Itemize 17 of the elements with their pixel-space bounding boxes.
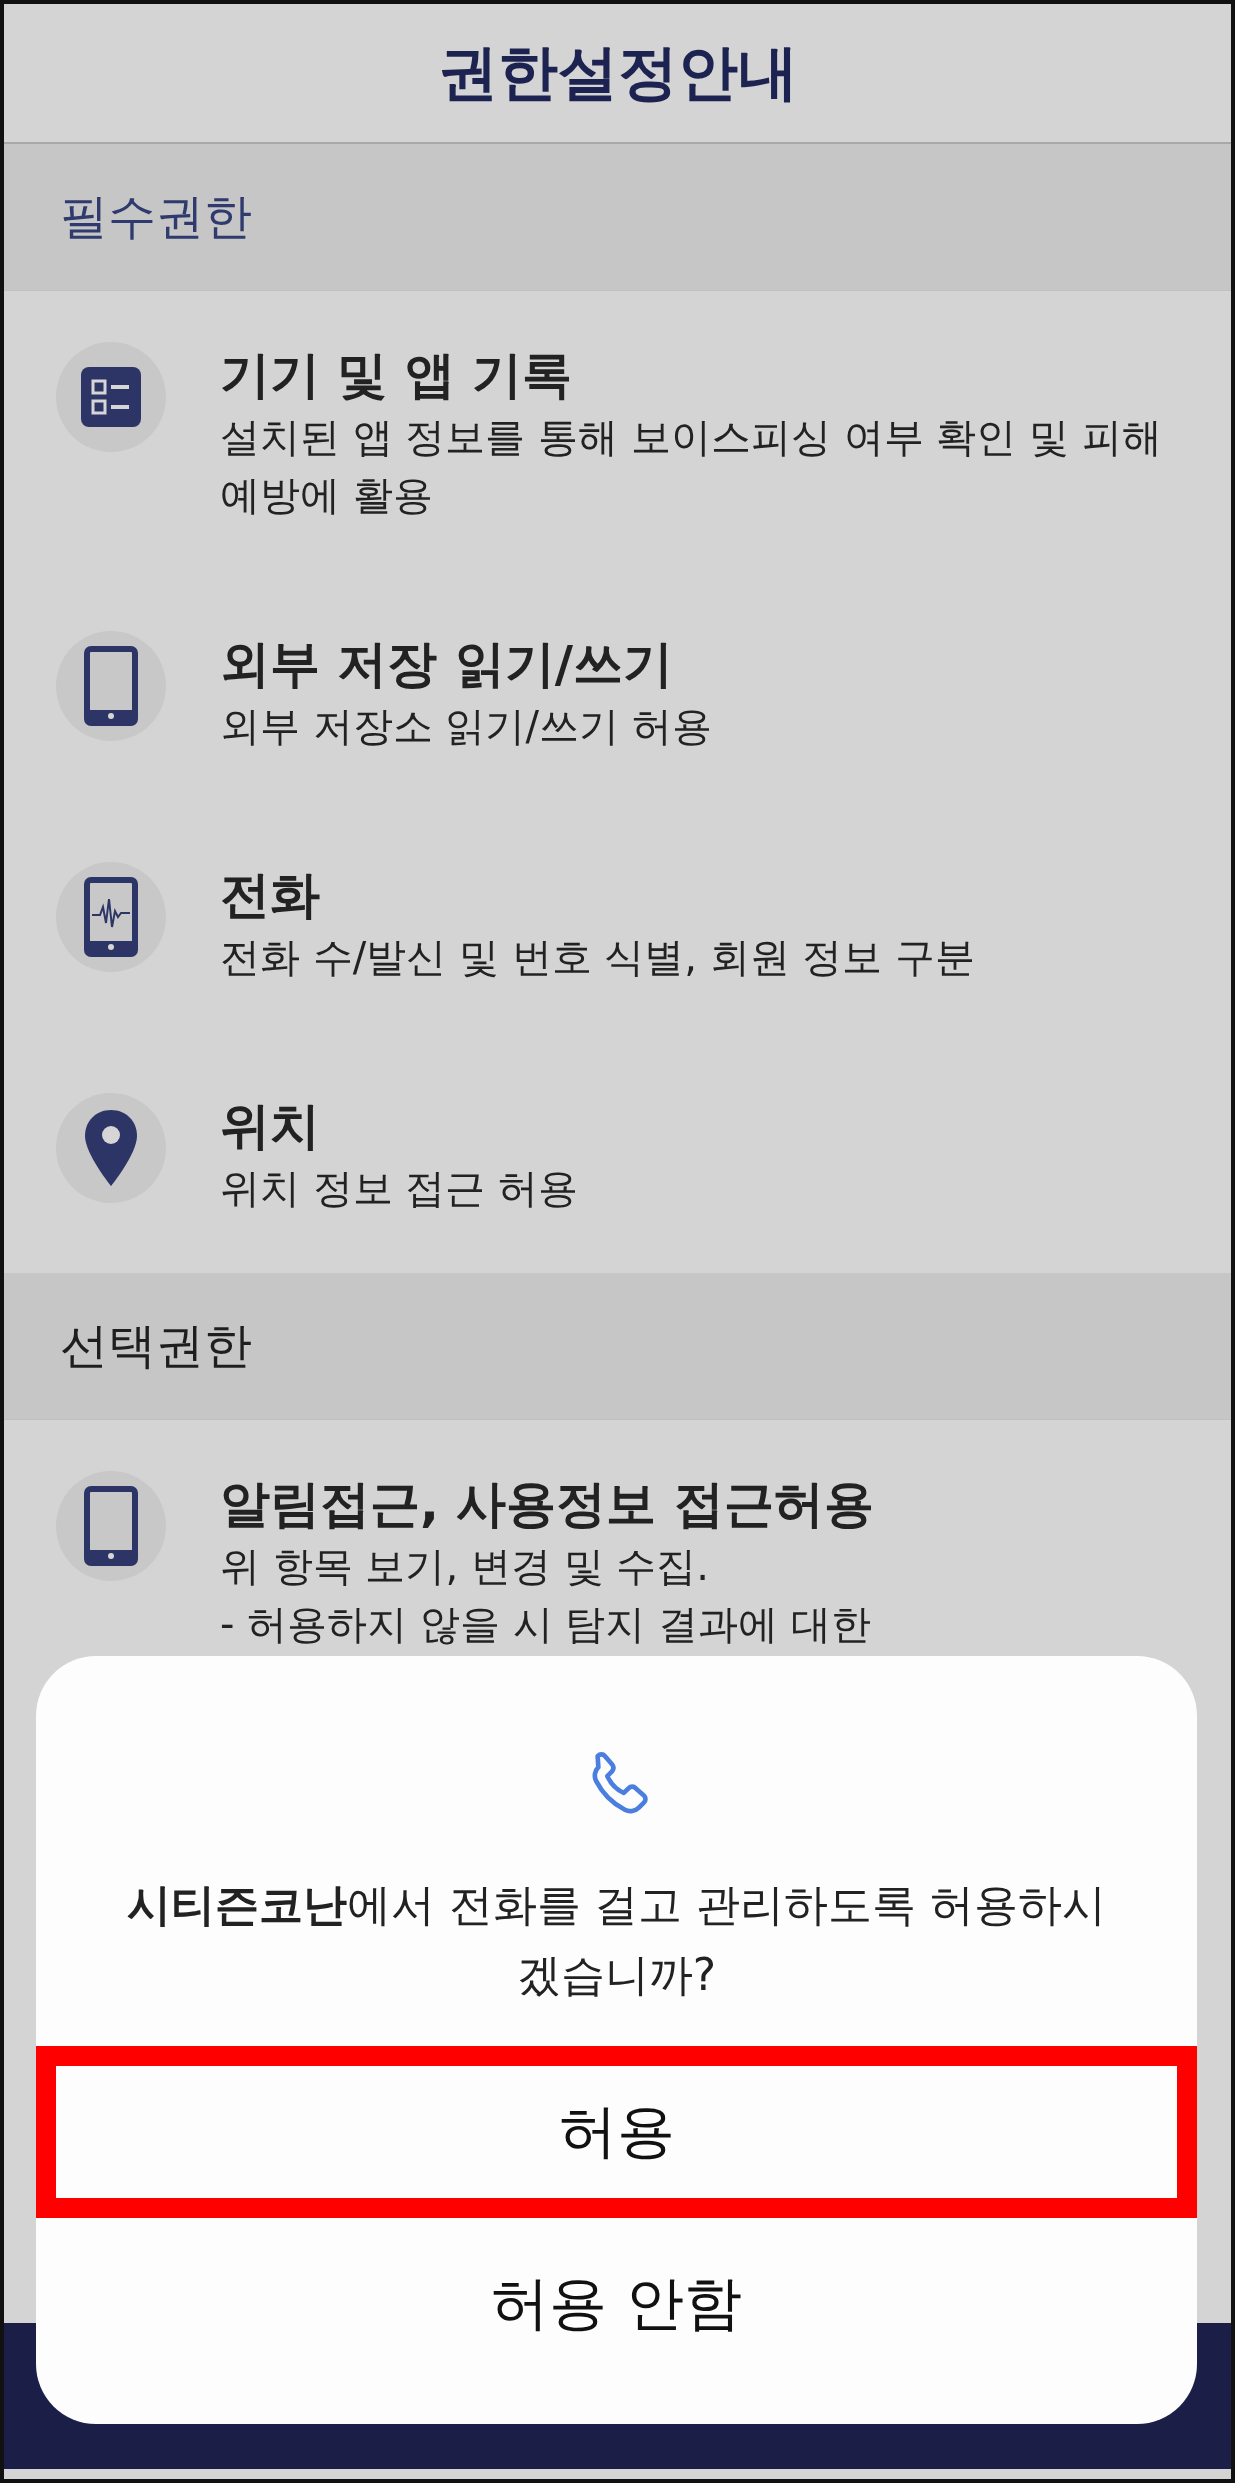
permission-title: 외부 저장 읽기/쓰기 [220, 634, 675, 695]
page-title: 권한설정안내 [437, 35, 798, 109]
permission-description: 설치된 앱 정보를 통해 보이스피싱 여부 확인 및 피해예방에 활용 [220, 413, 1163, 520]
permission-description: 위치 정보 접근 허용 [220, 1164, 579, 1213]
dialog-message: 시티즌코난에서 전화를 걸고 관리하도록 허용하시겠습니까? [126, 1878, 1107, 2002]
permission-title: 위치 [220, 1096, 321, 1157]
permission-title: 기기 및 앱 기록 [220, 345, 574, 406]
permission-title: 알림접근, 사용정보 접근허용 [220, 1474, 874, 1535]
permission-description: 외부 저장소 읽기/쓰기 허용 [220, 702, 712, 751]
section-title: 선택권한 [60, 1316, 252, 1375]
permission-description: 위 항목 보기, 변경 및 수집. [220, 1542, 710, 1591]
dialog-button[interactable]: 허용 안함 [36, 2218, 1197, 2390]
permission-title: 전화 [220, 865, 321, 926]
section-title: 필수권한 [60, 187, 252, 246]
permission-description: - 허용하지 않을 시 탐지 결과에 대한 [220, 1600, 872, 1649]
dialog-button[interactable]: 허용 [36, 2046, 1197, 2218]
permission-description: 전화 수/발신 및 번호 식별, 회원 정보 구분 [220, 933, 976, 982]
